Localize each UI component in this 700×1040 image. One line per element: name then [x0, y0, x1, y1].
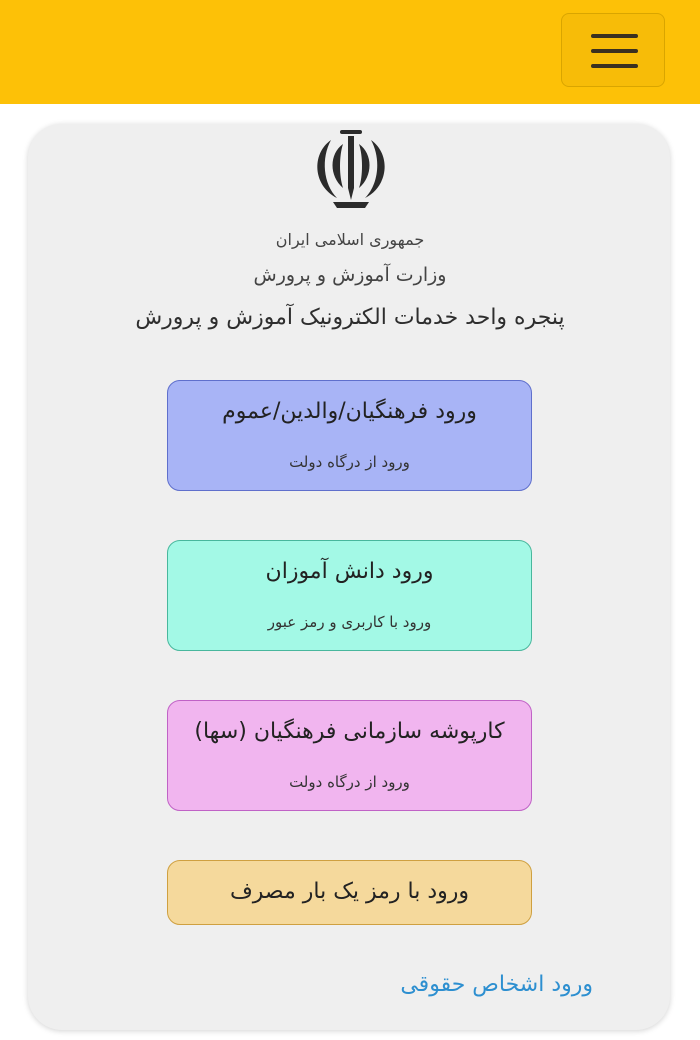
- country-name: جمهوری اسلامی ایران: [275, 230, 425, 249]
- top-bar: [0, 0, 700, 104]
- students-login-button[interactable]: ورود دانش آموزان ورود با کاربری و رمز عب…: [167, 540, 532, 651]
- students-login-title: ورود دانش آموزان: [265, 559, 434, 584]
- iran-emblem-icon: [317, 130, 385, 208]
- otp-login-button[interactable]: ورود با رمز یک بار مصرف: [167, 860, 532, 925]
- otp-login-title: ورود با رمز یک بار مصرف: [229, 879, 470, 904]
- legal-entities-login-link[interactable]: ورود اشخاص حقوقی: [300, 972, 593, 997]
- saha-login-button[interactable]: کارپوشه سازمانی فرهنگیان (سها) ورود از د…: [167, 700, 532, 811]
- saha-login-subtitle: ورود از درگاه دولت: [289, 773, 410, 791]
- teachers-parents-login-subtitle: ورود از درگاه دولت: [289, 453, 410, 471]
- hamburger-line: [591, 49, 638, 53]
- ministry-name: وزارت آموزش و پرورش: [253, 264, 447, 286]
- menu-button[interactable]: [561, 13, 665, 87]
- teachers-parents-login-title: ورود فرهنگیان/والدین/عموم: [222, 399, 477, 424]
- hamburger-line: [591, 64, 638, 68]
- teachers-parents-login-button[interactable]: ورود فرهنگیان/والدین/عموم ورود از درگاه …: [167, 380, 532, 491]
- portal-title: پنجره واحد خدمات الکترونیک آموزش و پرورش: [135, 305, 565, 330]
- students-login-subtitle: ورود با کاربری و رمز عبور: [267, 613, 432, 631]
- saha-login-title: کارپوشه سازمانی فرهنگیان (سها): [194, 719, 505, 744]
- hamburger-menu-icon: [591, 34, 638, 38]
